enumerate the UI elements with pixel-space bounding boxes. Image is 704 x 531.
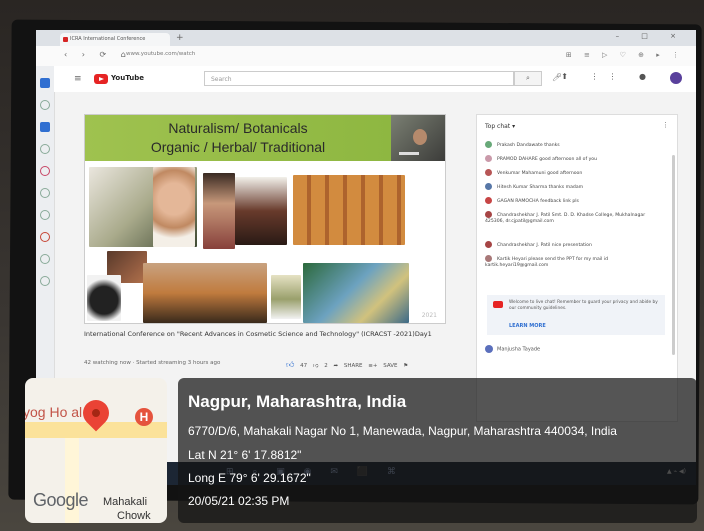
google-logo: Google <box>33 490 89 510</box>
product-image-tins <box>271 275 301 319</box>
dislike-count[interactable]: 2 <box>324 363 328 369</box>
save-icon: ≡+ <box>368 363 378 369</box>
speaker-face <box>413 129 427 145</box>
whatsapp-icon[interactable] <box>40 144 50 154</box>
product-image-woman <box>203 173 235 249</box>
share-button[interactable]: SHARE <box>344 363 363 369</box>
chat-message: Chandrashekhar J. Patil Smt. D. D. Khads… <box>485 211 646 224</box>
video-title: International Conference on "Recent Adva… <box>84 330 432 338</box>
history-icon[interactable] <box>40 188 50 198</box>
chat-message: GAGAN RAMOCHA feedback link pls <box>485 197 579 204</box>
avatar[interactable] <box>670 72 682 84</box>
address-bar: ‹ › ⟳ ⌂ www.youtube.com/watch ⊞ ≡ ▷ ♡ ⊕ … <box>36 46 696 67</box>
map-place-label: yog Ho al <box>25 404 83 420</box>
chat-notice: Welcome to live chat! Remember to guard … <box>487 295 665 335</box>
window-controls[interactable]: – □ × <box>616 32 686 40</box>
chat-last-user: Manjusha Tayade <box>485 345 540 353</box>
slide-watermark: 2021 <box>421 312 437 319</box>
hospital-icon: H <box>135 408 153 426</box>
slide-title-line2: Organic / Herbal/ Traditional <box>150 139 326 155</box>
learn-more-link[interactable]: LEARN MORE <box>509 323 546 329</box>
product-image-landscape <box>143 263 267 323</box>
browser-tabbar: ICRA International Conference + – □ × <box>36 30 696 46</box>
like-count[interactable]: 47 <box>300 363 307 369</box>
location-address: 6770/D/6, Mahakali Nagar No 1, Manewada,… <box>188 424 617 438</box>
youtube-brand[interactable]: YouTube <box>111 74 144 82</box>
messenger-icon[interactable] <box>40 122 50 132</box>
slide-title-line1: Naturalism/ Botanicals <box>168 120 308 136</box>
menu-icon[interactable]: ≡ <box>74 74 82 84</box>
heart-icon[interactable] <box>40 232 50 242</box>
map-label-mahakali: Mahakali <box>103 496 148 508</box>
search-icon[interactable]: ⌕ <box>514 71 542 86</box>
product-image-shelves <box>293 175 405 245</box>
share-icon: ➦ <box>333 363 339 369</box>
clock-icon[interactable] <box>40 254 50 264</box>
chat-message: Hitesh Kumar Sharma thanks madam <box>485 183 583 190</box>
chat-message: Kartik Heyari please send the PPT for my… <box>485 255 609 268</box>
speaker-webcam <box>391 115 445 161</box>
video-actions: 👍︎ 47 👎︎ 2 ➦ SHARE ≡+ SAVE ⚑ <box>286 360 408 370</box>
settings-icon[interactable] <box>40 276 50 286</box>
video-meta: 42 watching now · Started streaming 3 ho… <box>84 360 221 366</box>
header-icons[interactable]: ⬆ ⋮⋮ ● <box>561 72 656 81</box>
speed-dial-icon[interactable] <box>40 78 50 88</box>
chat-message: Venkumar Mahamuni good afternoon <box>485 169 582 176</box>
latitude: Lat N 21° 6' 17.8812" <box>188 448 302 462</box>
tab-title: ICRA International Conference <box>70 36 146 42</box>
chat-message: Chandrashekhar J. Patil nice presentatio… <box>485 241 592 248</box>
video-player[interactable]: Naturalism/ Botanicals Organic / Herbal/… <box>84 114 446 324</box>
flag-icon[interactable]: ⚑ <box>403 363 408 369</box>
bookmarks-icon[interactable] <box>40 100 50 110</box>
youtube-logo-icon <box>493 301 503 308</box>
chat-notice-text: Welcome to live chat! Remember to guard … <box>509 300 658 311</box>
slide-header: Naturalism/ Botanicals Organic / Herbal/… <box>85 115 391 161</box>
chat-message: PRAMOD DAHARE good afternoon all of you <box>485 155 597 162</box>
like-icon[interactable]: 👍︎ <box>286 360 294 369</box>
speaker-caption <box>399 152 419 155</box>
new-tab-icon[interactable]: + <box>176 33 184 43</box>
live-chat: Top chat ▾ ⋮ Prakash Dandawate thanks PR… <box>476 114 678 422</box>
chat-header[interactable]: Top chat ▾ <box>485 123 515 130</box>
location-title: Nagpur, Maharashtra, India <box>188 392 407 411</box>
instagram-icon[interactable] <box>40 166 50 176</box>
geotag-info-panel: Nagpur, Maharashtra, India 6770/D/6, Mah… <box>178 378 697 523</box>
location-map: yog Ho al H Google Mahakali Chowk <box>25 378 167 523</box>
product-image-jars <box>235 177 287 245</box>
player-icon[interactable] <box>40 210 50 220</box>
product-image-bowl <box>87 275 121 321</box>
map-label-chowk: Chowk <box>117 510 151 522</box>
search-input[interactable]: Search <box>204 71 514 86</box>
chat-message: Prakash Dandawate thanks <box>485 141 560 148</box>
product-image-model <box>153 167 195 247</box>
dislike-icon[interactable]: 👎︎ <box>313 363 319 369</box>
longitude: Long E 79° 6' 29.1672" <box>188 471 311 485</box>
save-button[interactable]: SAVE <box>383 363 397 369</box>
chat-menu-icon[interactable]: ⋮ <box>662 121 669 129</box>
product-image-tropical <box>303 263 409 323</box>
youtube-logo-icon[interactable] <box>94 74 108 84</box>
nav-buttons[interactable]: ‹ › ⟳ ⌂ <box>64 50 132 59</box>
browser-tab[interactable]: ICRA International Conference <box>60 33 170 46</box>
extension-icons[interactable]: ⊞ ≡ ▷ ♡ ⊕ ▸ ⋮ <box>566 51 684 59</box>
youtube-header: ≡ YouTube Search ⌕ 🎤︎ ⬆ ⋮⋮ ● <box>54 66 696 92</box>
chat-scrollbar[interactable] <box>672 155 675 355</box>
timestamp: 20/05/21 02:35 PM <box>188 494 290 508</box>
url-field[interactable]: www.youtube.com/watch <box>126 51 195 57</box>
youtube-favicon-icon <box>63 37 68 42</box>
